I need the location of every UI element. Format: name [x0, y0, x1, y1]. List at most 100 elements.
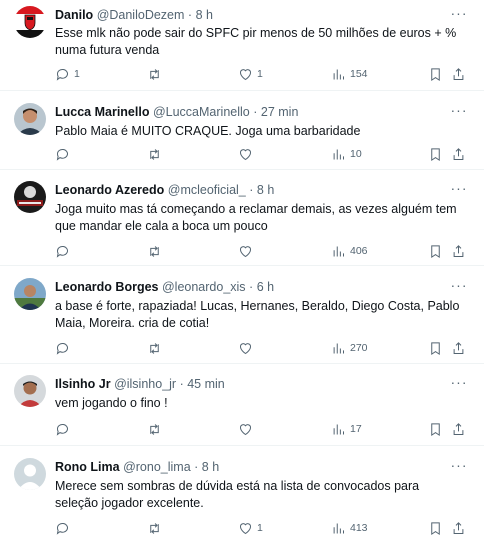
views-button[interactable]: 270 [331, 339, 368, 357]
tweet-time[interactable]: 8 h [196, 8, 213, 22]
avatar[interactable] [14, 103, 46, 135]
bookmark-icon [431, 147, 440, 161]
author-name[interactable]: Lucca Marinello [55, 105, 149, 119]
author-handle[interactable]: @LuccaMarinello [153, 105, 250, 119]
author-handle[interactable]: @rono_lima [123, 460, 191, 474]
author-handle[interactable]: @DaniloDezem [97, 8, 185, 22]
more-horizontal-icon[interactable]: ··· [450, 375, 468, 393]
share-button[interactable] [451, 145, 466, 163]
tweet-header: Leonardo Borges @leonardo_xis · 6 h [55, 278, 454, 296]
tweet-time[interactable]: 8 h [202, 460, 219, 474]
retweet-icon [150, 342, 159, 354]
tweet-time[interactable]: 45 min [187, 377, 225, 391]
tweet[interactable]: Leonardo Borges @leonardo_xis · 6 h ··· … [0, 266, 484, 364]
more-horizontal-icon[interactable]: ··· [450, 278, 468, 296]
retweet-icon [150, 148, 159, 160]
separator-dot: · [179, 377, 184, 391]
reply-icon [56, 423, 68, 436]
heart-icon [240, 148, 251, 160]
tweet[interactable]: Leonardo Azeredo @mcleoficial_ · 8 h ···… [0, 170, 484, 266]
avatar[interactable] [14, 375, 46, 407]
like-button[interactable] [238, 242, 257, 260]
reply-button[interactable]: 1 [55, 65, 80, 83]
author-handle[interactable]: @ilsinho_jr [114, 377, 176, 391]
views-button[interactable]: 17 [331, 420, 362, 438]
share-icon [453, 244, 464, 257]
bookmark-icon [431, 422, 440, 436]
reply-count: 1 [74, 68, 80, 80]
bookmark-button[interactable] [428, 519, 443, 537]
author-name[interactable]: Rono Lima [55, 460, 120, 474]
views-button[interactable]: 406 [331, 242, 368, 260]
views-button[interactable]: 10 [331, 145, 362, 163]
share-icon [453, 422, 464, 435]
more-horizontal-icon[interactable]: ··· [450, 103, 468, 121]
retweet-button[interactable] [147, 145, 166, 163]
view-count: 17 [350, 423, 362, 435]
reply-icon [56, 148, 68, 161]
like-button[interactable] [238, 339, 257, 357]
retweet-button[interactable] [147, 519, 166, 537]
logo-avatar-image [14, 181, 46, 213]
views-button[interactable]: 154 [331, 65, 368, 83]
tweet-time[interactable]: 6 h [257, 280, 274, 294]
like-button[interactable] [238, 420, 257, 438]
share-button[interactable] [451, 420, 466, 438]
share-button[interactable] [451, 339, 466, 357]
tweet[interactable]: Lucca Marinello @LuccaMarinello · 27 min… [0, 91, 484, 170]
share-button[interactable] [451, 242, 466, 260]
reply-button[interactable] [55, 519, 74, 537]
avatar[interactable] [14, 181, 46, 213]
reply-button[interactable] [55, 420, 74, 438]
separator-dot: · [249, 280, 254, 294]
view-count: 413 [350, 522, 368, 534]
bookmark-button[interactable] [428, 339, 443, 357]
more-horizontal-icon[interactable]: ··· [450, 181, 468, 199]
tweet-time[interactable]: 8 h [257, 183, 274, 197]
tweet[interactable]: Rono Lima @rono_lima · 8 h ··· Merece se… [0, 446, 484, 540]
retweet-button[interactable] [147, 339, 166, 357]
share-button[interactable] [451, 519, 466, 537]
retweet-button[interactable] [147, 242, 166, 260]
reply-icon [56, 245, 68, 258]
bookmark-button[interactable] [428, 242, 443, 260]
author-handle[interactable]: @mcleoficial_ [168, 183, 246, 197]
author-name[interactable]: Leonardo Azeredo [55, 183, 164, 197]
like-button[interactable] [238, 145, 257, 163]
tweet-time[interactable]: 27 min [261, 105, 299, 119]
more-horizontal-icon[interactable]: ··· [450, 6, 468, 24]
like-button[interactable]: 1 [238, 519, 263, 537]
more-horizontal-icon[interactable]: ··· [450, 458, 468, 476]
tweet-text: a base é forte, rapaziada! Lucas, Hernan… [55, 299, 460, 330]
like-button[interactable]: 1 [238, 65, 263, 83]
reply-button[interactable] [55, 145, 74, 163]
author-name[interactable]: Danilo [55, 8, 93, 22]
reply-button[interactable] [55, 242, 74, 260]
retweet-button[interactable] [147, 420, 166, 438]
bookmark-button[interactable] [428, 65, 443, 83]
bookmark-button[interactable] [428, 145, 443, 163]
tweet-actions: 1 1 154 [55, 65, 472, 83]
tweet-header: Ilsinho Jr @ilsinho_jr · 45 min [55, 375, 454, 393]
author-name[interactable]: Ilsinho Jr [55, 377, 111, 391]
avatar[interactable] [14, 6, 46, 38]
views-button[interactable]: 413 [331, 519, 368, 537]
views-chart-icon [333, 149, 344, 159]
author-handle[interactable]: @leonardo_xis [162, 280, 246, 294]
avatar[interactable] [14, 278, 46, 310]
share-button[interactable] [451, 65, 466, 83]
tweet-header: Danilo @DaniloDezem · 8 h [55, 6, 454, 24]
bookmark-button[interactable] [428, 420, 443, 438]
tweet-text: Esse mlk não pode sair do SPFC pir menos… [55, 26, 457, 57]
separator-dot: · [249, 183, 254, 197]
separator-dot: · [194, 460, 199, 474]
heart-icon [240, 522, 251, 534]
tweet[interactable]: Ilsinho Jr @ilsinho_jr · 45 min ··· vem … [0, 364, 484, 446]
avatar[interactable] [14, 458, 46, 490]
reply-icon [56, 342, 68, 355]
bookmark-icon [431, 341, 440, 355]
reply-button[interactable] [55, 339, 74, 357]
author-name[interactable]: Leonardo Borges [55, 280, 159, 294]
tweet[interactable]: Danilo @DaniloDezem · 8 h ··· Esse mlk n… [0, 0, 484, 91]
retweet-button[interactable] [147, 65, 166, 83]
